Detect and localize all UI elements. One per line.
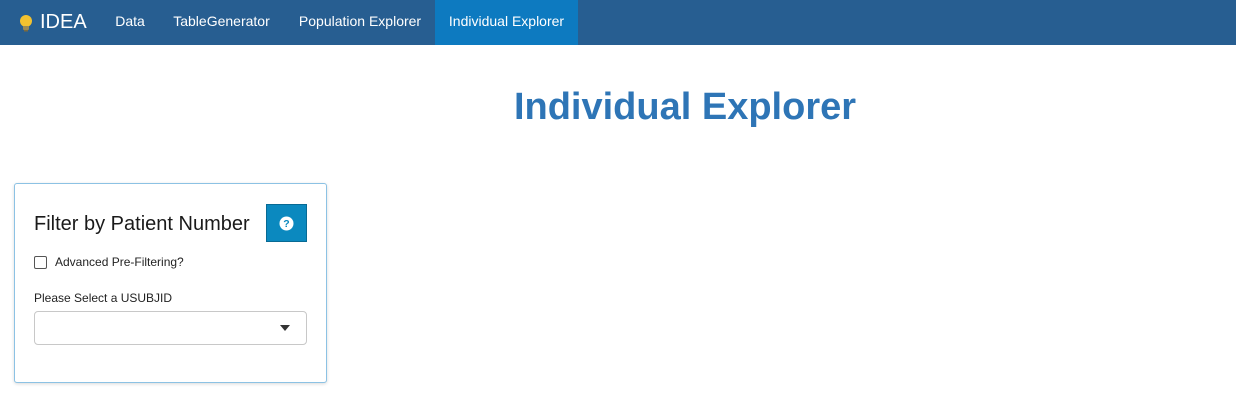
- usubjid-select[interactable]: [34, 311, 307, 345]
- chevron-down-icon: [280, 325, 290, 331]
- nav-tab-individual-explorer[interactable]: Individual Explorer: [435, 0, 578, 45]
- advanced-prefiltering-checkbox[interactable]: [34, 255, 47, 269]
- nav-tab-data[interactable]: Data: [102, 0, 158, 45]
- filter-panel: Filter by Patient Number ? Advanced Pre-…: [14, 183, 327, 383]
- advanced-prefiltering-toggle[interactable]: Advanced Pre-Filtering?: [34, 255, 184, 269]
- lightbulb-icon: [20, 14, 32, 31]
- nav-tab-population-explorer[interactable]: Population Explorer: [285, 0, 435, 45]
- svg-text:?: ?: [283, 218, 289, 230]
- help-button[interactable]: ?: [266, 204, 307, 242]
- panel-title: Filter by Patient Number: [34, 213, 250, 235]
- question-circle-icon: ?: [279, 216, 294, 230]
- nav-tab-tablegenerator[interactable]: TableGenerator: [158, 0, 285, 45]
- brand-title: IDEA: [40, 11, 87, 33]
- top-navbar: IDEA Data TableGenerator Population Expl…: [0, 0, 1236, 45]
- brand-logo[interactable]: IDEA: [18, 0, 87, 45]
- page-title: Individual Explorer: [513, 86, 857, 128]
- advanced-prefiltering-label: Advanced Pre-Filtering?: [55, 255, 184, 269]
- usubjid-select-label: Please Select a USUBJID: [34, 291, 173, 305]
